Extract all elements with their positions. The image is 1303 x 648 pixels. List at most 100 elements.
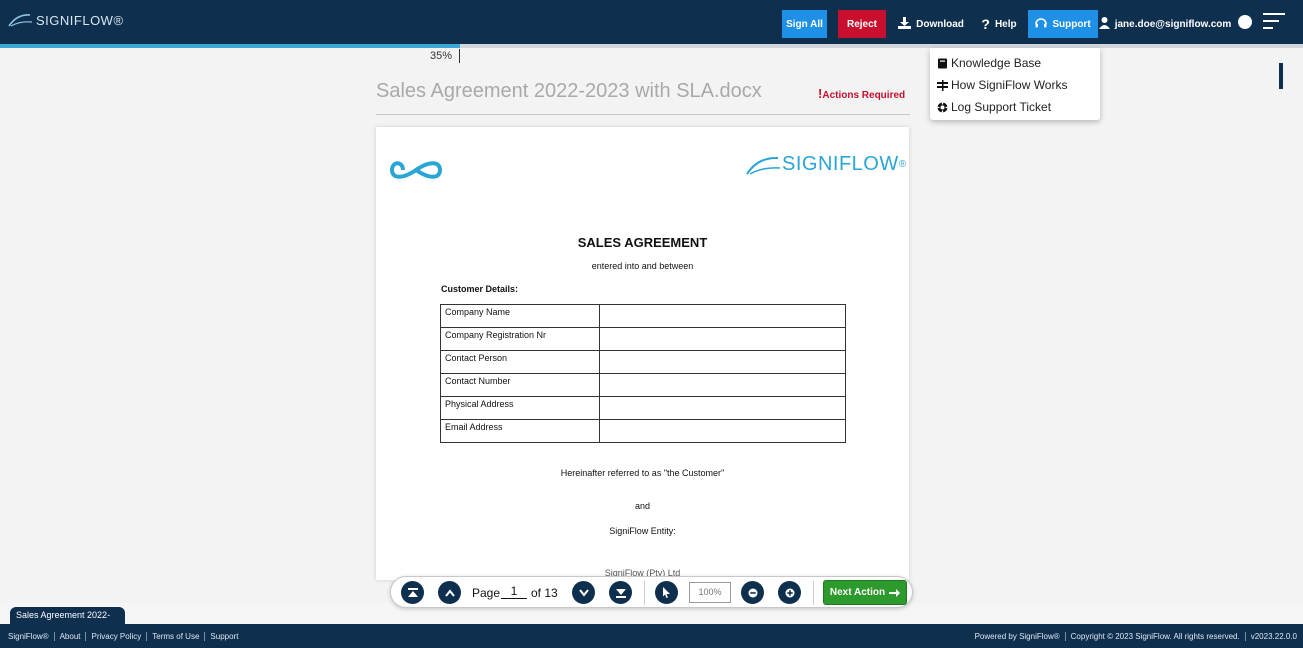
registered-mark: ® [898,159,907,170]
customer-details-label: Customer Details: [441,284,519,294]
actions-required-label: Actions Required [822,90,906,101]
table-row: Email Address [440,419,846,443]
footer-brand: SigniFlow® [8,632,55,641]
first-page-button[interactable] [401,581,424,604]
entity-label: SigniFlow Entity: [609,526,676,536]
hamburger-menu-icon[interactable] [1263,13,1285,34]
version: v2023.22.0.0 [1250,632,1297,641]
user-menu-button[interactable]: jane.doe@signiflow.com [1098,10,1232,38]
footer-link-terms-of-use[interactable]: Terms of Use [147,632,206,641]
signiflow-swoosh-icon [8,14,33,27]
first-page-icon [407,587,418,597]
field-label: Company Registration Nr [440,327,600,351]
zoom-out-button[interactable] [741,581,764,604]
arrow-right-icon [889,588,901,597]
logo-text: SIGNIFLOW® [36,12,124,28]
document-title: Sales Agreement 2022-2023 with SLA.docx [376,80,762,102]
document-signiflow-logo: SIGNIFLOW ® [746,153,907,176]
support-button[interactable]: Support [1028,10,1098,38]
last-page-icon [615,588,626,598]
book-icon [936,57,948,69]
footer-link-about[interactable]: About [55,632,87,641]
field-value [599,327,846,351]
menu-item-label: Knowledge Base [951,56,1042,70]
title-divider [376,114,910,115]
lifebuoy-icon [936,101,948,113]
table-row: Company Name [440,304,846,328]
field-value [599,350,846,374]
sign-all-label: Sign All [786,18,823,30]
user-icon [1098,16,1110,32]
plus-icon [785,588,794,597]
powered-by: Powered by SigniFlow® [970,632,1066,641]
agreement-subtitle: entered into and between [591,261,694,271]
chevron-down-icon [578,588,589,597]
copyright: Copyright © 2023 SigniFlow. All rights r… [1066,632,1246,641]
support-label: Support [1052,18,1091,30]
table-row: Physical Address [440,396,846,420]
page-count: of 13 [531,586,558,600]
field-label: Physical Address [440,396,600,420]
field-value [599,373,846,397]
top-bar: SIGNIFLOW® Sign All Reject Download ? He… [0,0,1303,44]
select-tool-button[interactable] [655,581,678,604]
last-page-button[interactable] [609,581,632,604]
footer: SigniFlow® About Privacy Policy Terms of… [0,624,1303,648]
footer-links: SigniFlow® About Privacy Policy Terms of… [8,632,243,641]
signiflow-swoosh-icon [746,156,781,175]
toolbar-divider [813,581,814,605]
download-button[interactable]: Download [892,10,970,38]
download-label: Download [916,18,964,30]
agreement-title: SALES AGREEMENT [577,235,708,250]
page-number-input[interactable]: 1 [501,584,527,599]
footer-link-support[interactable]: Support [205,632,243,641]
reject-label: Reject [846,18,877,30]
question-icon: ? [981,16,990,32]
footer-info: Powered by SigniFlow® Copyright © 2023 S… [970,632,1297,641]
open-document-tab[interactable]: Sales Agreement 2022- [10,607,125,624]
customer-reference-text: Hereinafter referred to as "the Customer… [560,468,725,478]
table-row: Contact Person [440,350,846,374]
table-row: Company Registration Nr [440,327,846,351]
signiflow-logo[interactable]: SIGNIFLOW® [8,12,124,28]
next-action-button[interactable]: Next Action [823,580,907,605]
menu-item-log-support-ticket[interactable]: Log Support Ticket [930,96,1100,118]
zoom-input[interactable]: 100% [689,582,731,603]
document-page[interactable]: SIGNIFLOW ® SALES AGREEMENT entered into… [376,127,909,580]
zoom-level: 35% [430,50,453,62]
field-label: Contact Person [440,350,600,374]
field-value [599,396,846,420]
help-button[interactable]: ? Help [974,10,1024,38]
field-label: Contact Number [440,373,600,397]
reject-button[interactable]: Reject [838,10,886,38]
cursor-icon [663,587,670,598]
user-email: jane.doe@signiflow.com [1114,18,1232,30]
table-row: Contact Number [440,373,846,397]
support-dropdown-menu: Knowledge Base How SigniFlow Works Log S… [930,48,1100,120]
menu-item-knowledge-base[interactable]: Knowledge Base [930,52,1100,74]
document-logo-text: SIGNIFLOW [782,153,899,175]
menu-item-label: How SigniFlow Works [951,78,1068,92]
zoom-in-button[interactable] [778,581,801,604]
download-icon [898,16,912,32]
previous-page-button[interactable] [438,581,461,604]
zoom-caret [459,49,460,63]
sign-all-button[interactable]: Sign All [782,10,827,38]
page-navigation-toolbar: Page 1 of 13 100% Next Action [390,576,913,608]
footer-link-privacy-policy[interactable]: Privacy Policy [86,632,148,641]
toolbar-divider [644,581,645,605]
globe-icon[interactable] [1238,15,1252,29]
headset-icon [1035,17,1048,32]
page-label: Page [472,586,501,600]
field-label: Company Name [440,304,600,328]
field-label: Email Address [440,419,600,443]
next-action-label: Next Action [829,587,886,598]
and-text: and [634,501,651,511]
next-page-button[interactable] [572,581,595,604]
field-value [599,304,846,328]
scroll-marker[interactable] [1279,63,1283,89]
help-label: Help [994,18,1017,30]
signpost-icon [936,79,948,91]
menu-item-how-signiflow-works[interactable]: How SigniFlow Works [930,74,1100,96]
actions-required-badge[interactable]: !Actions Required [818,86,905,101]
